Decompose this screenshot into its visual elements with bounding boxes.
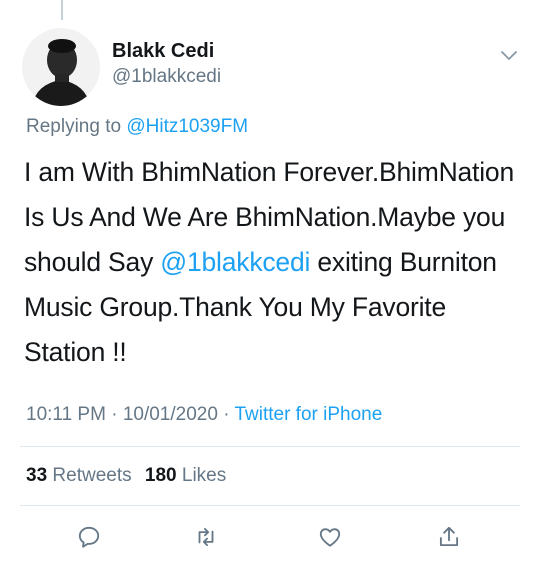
tweet-meta: 10:11 PM · 10/01/2020 · Twitter for iPho… xyxy=(26,404,382,426)
display-name[interactable]: Blakk Cedi xyxy=(112,40,214,63)
meta-separator: · xyxy=(223,404,230,425)
chevron-down-icon[interactable] xyxy=(498,44,520,66)
tweet-source[interactable]: Twitter for iPhone xyxy=(234,404,382,425)
tweet-time: 10:11 PM xyxy=(26,404,106,425)
thread-line xyxy=(61,0,63,20)
tweet-stats: 33 Retweets 180 Likes xyxy=(26,465,234,487)
reply-icon xyxy=(78,526,100,548)
avatar-photo xyxy=(22,28,100,106)
avatar[interactable] xyxy=(22,28,100,106)
heart-icon xyxy=(319,528,341,547)
divider xyxy=(20,505,520,506)
likes-stat[interactable]: 180 Likes xyxy=(145,465,226,486)
tweet-text: I am With BhimNation Forever.BhimNation … xyxy=(24,150,524,375)
user-handle[interactable]: @1blakkcedi xyxy=(112,66,221,88)
tweet-mention[interactable]: @1blakkcedi xyxy=(160,247,310,277)
retweet-button[interactable] xyxy=(189,520,223,554)
divider xyxy=(20,446,520,447)
like-button[interactable] xyxy=(313,520,347,554)
share-button[interactable] xyxy=(432,520,466,554)
replying-to: Replying to @Hitz1039FM xyxy=(26,116,248,138)
likes-count: 180 xyxy=(144,465,177,486)
retweets-count: 33 xyxy=(26,465,48,486)
reply-button[interactable] xyxy=(72,520,106,554)
replying-to-label: Replying to xyxy=(26,116,122,137)
retweets-stat[interactable]: 33 Retweets xyxy=(26,465,132,486)
retweets-label: Retweets xyxy=(52,465,132,486)
tweet-date: 10/01/2020 xyxy=(122,404,218,425)
meta-separator: · xyxy=(111,404,118,425)
retweet-icon xyxy=(198,527,214,547)
replying-to-mention[interactable]: @Hitz1039FM xyxy=(126,116,248,137)
share-icon xyxy=(439,526,459,547)
likes-label: Likes xyxy=(181,465,227,486)
